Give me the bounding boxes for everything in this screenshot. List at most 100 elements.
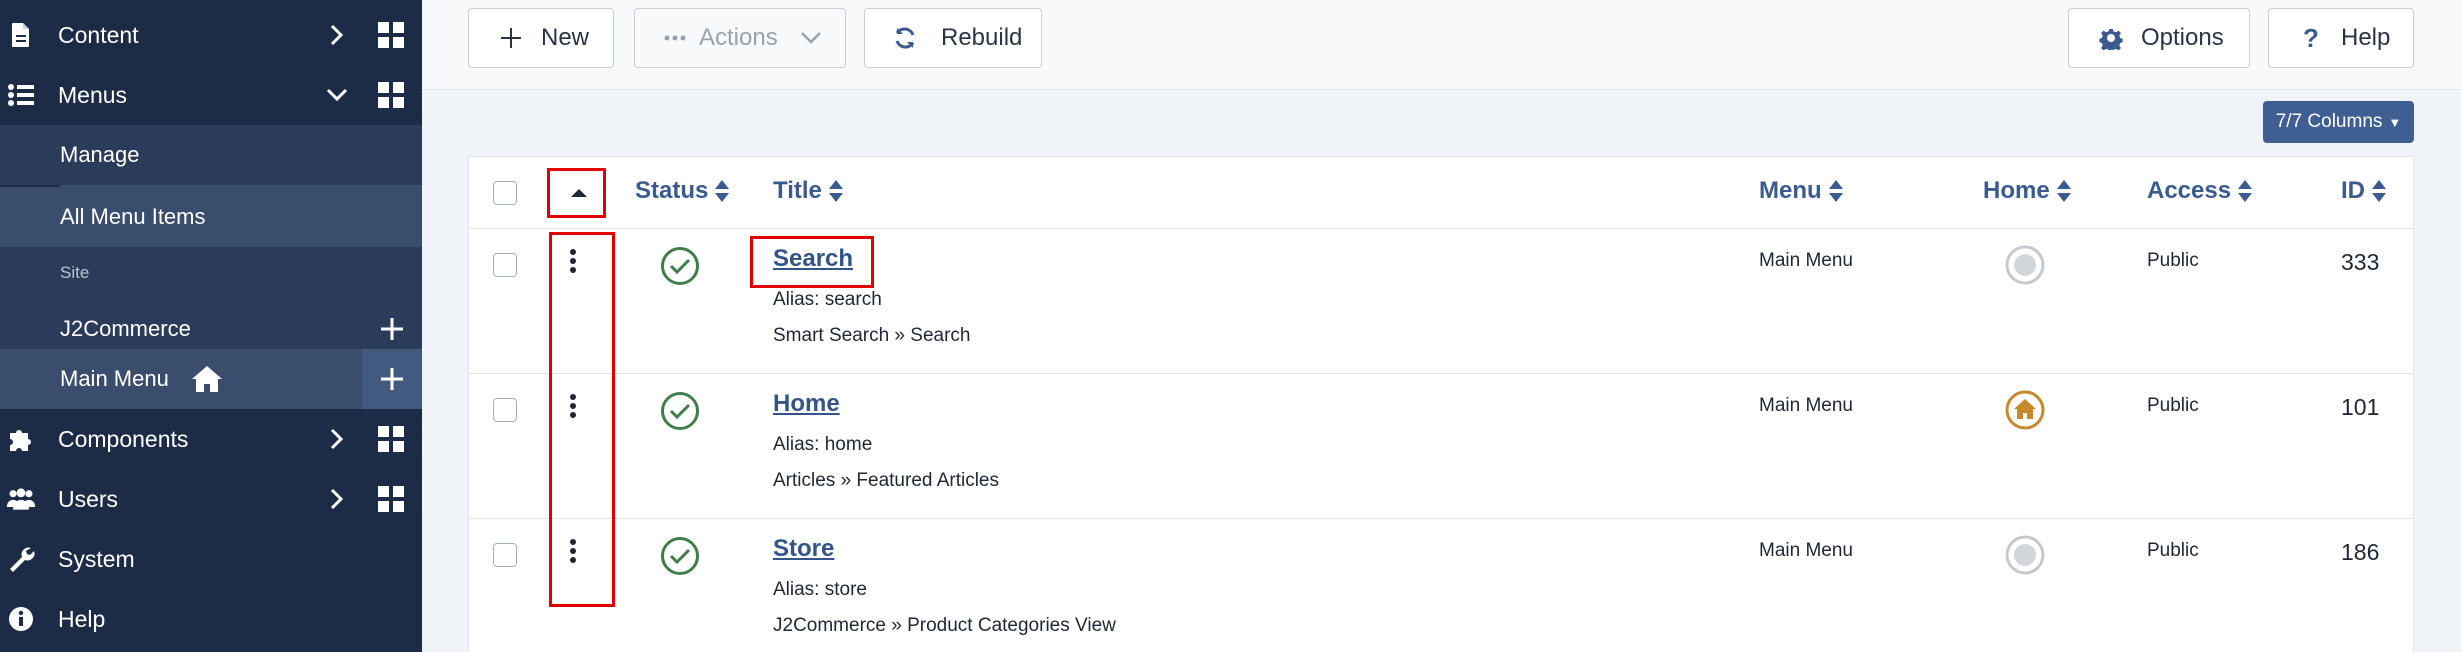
chevron-right-icon[interactable] [322,20,352,50]
menu-name: Main Menu [1759,250,1853,271]
help-button[interactable]: ? Help [2268,8,2414,68]
default-home-icon[interactable] [2005,390,2045,435]
menu-item-alias: Alias: home [773,434,873,455]
sort-icon [828,180,843,202]
sort-icon [715,180,730,202]
sidebar-item-label: Manage [60,142,140,167]
table-header: Status Title Menu Home Access ID [469,157,2413,229]
menu-item-title-link[interactable]: Home [773,390,840,417]
row-checkbox[interactable] [493,398,517,422]
options-button[interactable]: Options [2068,8,2250,68]
caret-down-icon: ▼ [2388,114,2402,130]
chevron-down-icon[interactable] [322,80,352,110]
header-home[interactable]: Home [1983,177,2072,205]
sidebar-item-help[interactable]: Help [0,589,422,649]
dashboard-grid-icon[interactable] [376,424,406,454]
menu-item-title-link[interactable]: Store [773,535,834,562]
highlight-box-drag-handles [549,232,615,607]
question-icon: ? [2303,22,2319,53]
header-access[interactable]: Access [2147,177,2253,205]
access-level: Public [2147,250,2199,271]
sidebar-item-label: Menus [58,81,128,108]
plus-icon [497,28,525,48]
sidebar-item-system[interactable]: System [0,529,422,589]
header-label: Status [635,177,709,204]
header-menu[interactable]: Menu [1759,177,1844,205]
not-home-circle-icon[interactable] [2005,535,2045,580]
sidebar-item-label: All Menu Items [60,204,206,229]
sidebar-item-label: System [58,545,135,572]
header-label: Access [2147,177,2232,204]
row-checkbox[interactable] [493,543,517,567]
published-check-icon[interactable] [660,246,700,291]
access-level: Public [2147,540,2199,561]
new-button[interactable]: New [468,8,614,68]
chevron-right-icon[interactable] [322,484,352,514]
chevron-right-icon[interactable] [322,424,352,454]
published-check-icon[interactable] [660,536,700,581]
list-icon [6,80,36,110]
info-icon [6,604,36,634]
options-label: Options [2141,24,2224,51]
home-icon [190,364,224,399]
header-status[interactable]: Status [635,177,730,205]
not-home-circle-icon[interactable] [2005,245,2045,290]
menu-item-type: J2Commerce » Product Categories View [773,615,1116,636]
section-label: Site [60,263,90,282]
header-label: Title [773,177,822,204]
header-label: Home [1983,177,2050,204]
rebuild-label: Rebuild [941,24,1023,51]
sidebar-item-all-menu-items[interactable]: All Menu Items [0,187,422,247]
header-label: ID [2341,177,2365,204]
menu-name: Main Menu [1759,395,1853,416]
refresh-icon [891,26,919,50]
header-id[interactable]: ID [2341,177,2387,205]
sidebar-item-components[interactable]: Components [0,409,422,469]
sidebar-item-label: Help [58,605,106,632]
table-row: Home Alias: home Articles » Featured Art… [469,374,2413,519]
menu-name: Main Menu [1759,540,1853,561]
sort-icon [2372,180,2386,202]
published-check-icon[interactable] [660,391,700,436]
menu-item-type: Smart Search » Search [773,325,971,346]
users-icon [6,484,36,514]
menu-item-alias: Alias: search [773,289,882,310]
row-checkbox[interactable] [493,253,517,277]
sidebar: Content Menus Manage All Menu Items Site… [0,0,422,652]
columns-label: 7/7 Columns [2275,111,2383,132]
menu-items-table: Status Title Menu Home Access ID Search … [468,156,2414,652]
sidebar-item-label: Main Menu [60,366,169,391]
dashboard-grid-icon[interactable] [376,80,406,110]
gear-icon [2097,26,2125,50]
item-id: 186 [2341,539,2380,565]
add-menu-item-button[interactable] [362,349,422,409]
sidebar-item-users[interactable]: Users [0,469,422,529]
header-title[interactable]: Title [773,177,844,205]
sort-icon [1828,180,1843,202]
dashboard-grid-icon[interactable] [376,20,406,50]
highlight-box-ordering-header [547,168,606,218]
highlight-box-search-title [750,236,874,288]
columns-dropdown-button[interactable]: 7/7 Columns ▼ [2263,101,2414,143]
sidebar-item-content[interactable]: Content [0,5,422,65]
sidebar-section-site: Site [0,247,422,299]
file-icon [6,20,36,50]
sidebar-item-menus[interactable]: Menus [0,65,422,125]
wrench-icon [6,544,36,574]
table-row: Store Alias: store J2Commerce » Product … [469,519,2413,652]
actions-label: Actions [699,24,778,51]
sidebar-item-main-menu[interactable]: Main Menu [0,349,422,409]
dashboard-grid-icon[interactable] [376,484,406,514]
menu-item-alias: Alias: store [773,579,867,600]
rebuild-button[interactable]: Rebuild [864,8,1042,68]
ellipsis-icon [661,35,689,41]
access-level: Public [2147,395,2199,416]
sidebar-item-label: Users [58,485,119,512]
sidebar-item-label: J2Commerce [60,316,191,341]
sidebar-item-label: Content [58,21,139,48]
sort-icon [2238,180,2253,202]
select-all-checkbox[interactable] [493,181,517,205]
sidebar-item-manage[interactable]: Manage [0,125,422,185]
sidebar-item-label: Components [58,425,189,452]
actions-dropdown[interactable]: Actions [634,8,846,68]
